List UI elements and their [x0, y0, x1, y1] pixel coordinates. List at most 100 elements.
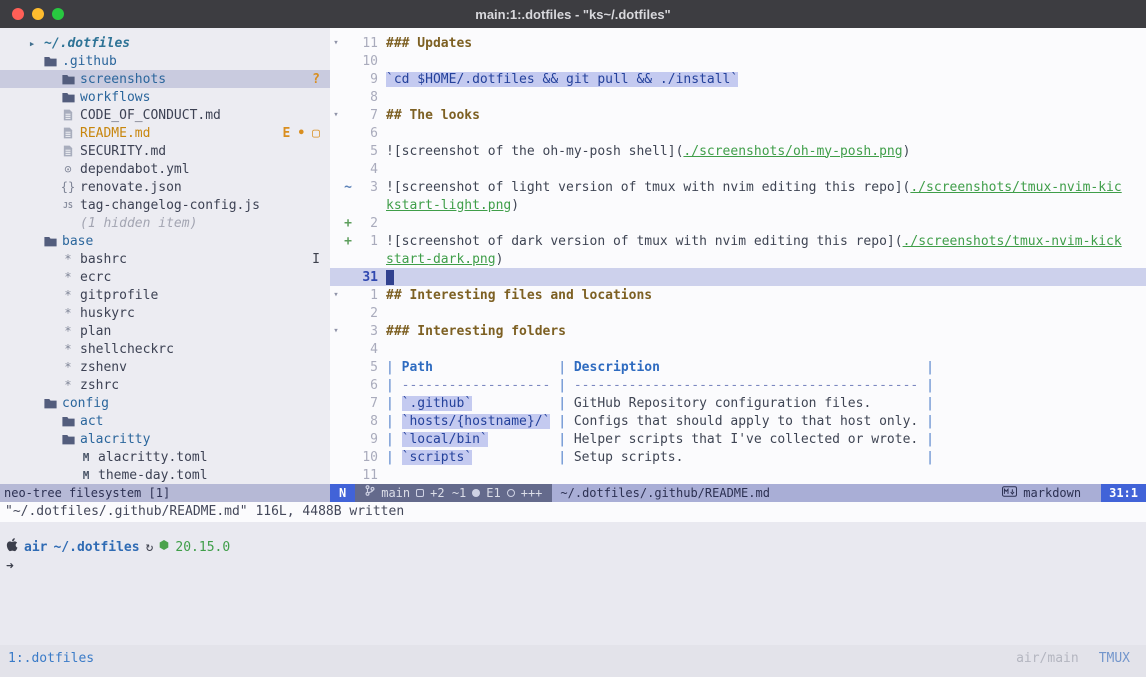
text-segment: |	[558, 450, 574, 465]
neotree-file-tree: ▸~/.dotfiles .githubscreenshots?workflows…	[0, 28, 330, 484]
text-segment: |	[386, 432, 402, 447]
tree-item-zshrc[interactable]: *zshrc	[0, 376, 330, 394]
diagnostics-icon	[472, 489, 480, 497]
tree-item-config[interactable]: config	[0, 394, 330, 412]
tree-item-label: .github	[62, 54, 117, 69]
editor-line[interactable]: 10| `scripts` | Setup scripts. |	[330, 448, 1146, 466]
editor-line[interactable]: 9`cd $HOME/.dotfiles && git pull && ./in…	[330, 70, 1146, 88]
editor-line[interactable]: ▾11### Updates	[330, 34, 1146, 52]
editor-line[interactable]: 10	[330, 52, 1146, 70]
editor-line[interactable]: 8| `hosts/{hostname}/` | Configs that sh…	[330, 412, 1146, 430]
nvim-main-area: ▸~/.dotfiles .githubscreenshots?workflows…	[0, 28, 1146, 484]
prompt-input-line[interactable]: ➜	[6, 559, 1146, 577]
editor-line[interactable]: 5| Path | Description |	[330, 358, 1146, 376]
tree-item-base[interactable]: base	[0, 232, 330, 250]
line-number: 4	[354, 162, 378, 177]
tree-item-renovate-json[interactable]: {}renovate.json	[0, 178, 330, 196]
tree-item-plan[interactable]: *plan	[0, 322, 330, 340]
shell-file-icon: *	[60, 306, 76, 320]
tree-item-readme-md[interactable]: README.mdE•▢	[0, 124, 330, 142]
editor-line[interactable]: ▾1## Interesting files and locations	[330, 286, 1146, 304]
line-number: 3	[354, 324, 378, 339]
editor-line[interactable]: ▾3### Interesting folders	[330, 322, 1146, 340]
tree-item-github[interactable]: .github	[0, 52, 330, 70]
editor-line[interactable]: +2	[330, 214, 1146, 232]
tree-item-label: base	[62, 234, 93, 249]
tree-item-workflows[interactable]: workflows	[0, 88, 330, 106]
text-segment: |	[926, 414, 934, 429]
tree-item-code-of-conduct-md[interactable]: CODE_OF_CONDUCT.md	[0, 106, 330, 124]
tree-item-1-hidden-item[interactable]: (1 hidden item)	[0, 214, 330, 232]
editor-line[interactable]: 2	[330, 304, 1146, 322]
line-number: 4	[354, 342, 378, 357]
shell-pane[interactable]: air ~/.dotfiles ↻ 20.15.0 ➜	[0, 522, 1146, 645]
editor-line[interactable]: kstart-light.png)	[330, 196, 1146, 214]
line-number: 6	[354, 378, 378, 393]
editor-line[interactable]: 9| `local/bin` | Helper scripts that I'v…	[330, 430, 1146, 448]
text-segment: |	[926, 432, 934, 447]
line-text: ![screenshot of light version of tmux wi…	[386, 180, 1146, 195]
zoom-window-button[interactable]	[52, 8, 64, 20]
tmux-session-name: air/main	[1016, 651, 1079, 666]
buffer-changes-icon	[416, 489, 424, 497]
text-segment: |	[386, 414, 402, 429]
editor-line[interactable]: ~3![screenshot of light version of tmux …	[330, 178, 1146, 196]
line-text: ![screenshot of the oh-my-posh shell](./…	[386, 144, 1146, 159]
text-segment: ![screenshot of the oh-my-posh shell](	[386, 144, 683, 159]
tree-item-alacritty-toml[interactable]: Malacritty.toml	[0, 448, 330, 466]
shell-prompt: air ~/.dotfiles ↻ 20.15.0	[6, 538, 1146, 556]
tree-item-act[interactable]: act	[0, 412, 330, 430]
hunks-icon	[507, 489, 515, 497]
fold-marker: ▾	[330, 110, 342, 120]
minimize-window-button[interactable]	[32, 8, 44, 20]
tree-item-theme-day-toml[interactable]: Mtheme-day.toml	[0, 466, 330, 484]
editor-line[interactable]: 7| `.github` | GitHub Repository configu…	[330, 394, 1146, 412]
git-branch-icon	[365, 484, 375, 502]
tree-item-security-md[interactable]: SECURITY.md	[0, 142, 330, 160]
tmux-window-tab[interactable]: 1:.dotfiles	[8, 651, 94, 666]
editor-line[interactable]: 11	[330, 466, 1146, 484]
text-segment: )	[496, 252, 504, 267]
line-number: 9	[354, 432, 378, 447]
tree-item-ecrc[interactable]: *ecrc	[0, 268, 330, 286]
tree-item-huskyrc[interactable]: *huskyrc	[0, 304, 330, 322]
editor-line[interactable]: 6| ------------------- | ---------------…	[330, 376, 1146, 394]
node-version: 20.15.0	[175, 540, 230, 555]
tree-item-tag-changelog-config-js[interactable]: JStag-changelog-config.js	[0, 196, 330, 214]
text-segment: ./screenshots/tmux-nvim-kic	[910, 180, 1121, 195]
tree-item-label: shellcheckrc	[80, 342, 174, 357]
editor-line[interactable]: +1![screenshot of dark version of tmux w…	[330, 232, 1146, 250]
text-segment: `cd $HOME/.dotfiles && git pull && ./ins…	[386, 72, 738, 87]
editor-line[interactable]: 31	[330, 268, 1146, 286]
tree-item-zshenv[interactable]: *zshenv	[0, 358, 330, 376]
status-badge: ?	[312, 72, 320, 87]
text-segment: |	[558, 378, 574, 393]
tree-item-dependabot-yml[interactable]: ⊙dependabot.yml	[0, 160, 330, 178]
tree-item-screenshots[interactable]: screenshots?	[0, 70, 330, 88]
editor-line[interactable]: start-dark.png)	[330, 250, 1146, 268]
tree-item-label: ecrc	[80, 270, 111, 285]
text-segment	[488, 432, 558, 447]
line-text: `cd $HOME/.dotfiles && git pull && ./ins…	[386, 72, 1146, 87]
editor-line[interactable]: 6	[330, 124, 1146, 142]
tree-item-shellcheckrc[interactable]: *shellcheckrc	[0, 340, 330, 358]
close-window-button[interactable]	[12, 8, 24, 20]
terminal-window: main:1:.dotfiles - "ks~/.dotfiles" ▸~/.d…	[0, 0, 1146, 677]
tree-item-dotfiles[interactable]: ▸~/.dotfiles	[0, 34, 330, 52]
text-segment: `local/bin`	[402, 432, 488, 447]
editor-line[interactable]: 4	[330, 340, 1146, 358]
fold-marker: ▾	[330, 326, 342, 336]
tree-item-bashrc[interactable]: *bashrcI	[0, 250, 330, 268]
tree-item-gitprofile[interactable]: *gitprofile	[0, 286, 330, 304]
text-segment: ./screenshots/tmux-nvim-kick	[903, 234, 1122, 249]
tree-item-alacritty[interactable]: alacritty	[0, 430, 330, 448]
editor-line[interactable]: 5![screenshot of the oh-my-posh shell](.…	[330, 142, 1146, 160]
text-segment: `hosts/{hostname}/`	[402, 414, 551, 429]
line-text: | `hosts/{hostname}/` | Configs that sho…	[386, 414, 1146, 429]
editor-line[interactable]: 8	[330, 88, 1146, 106]
editor-line[interactable]: 4	[330, 160, 1146, 178]
editor-buffer: ▾11### Updates109`cd $HOME/.dotfiles && …	[330, 28, 1146, 484]
editor-line[interactable]: ▾7## The looks	[330, 106, 1146, 124]
statusline-path-segment: ~/.dotfiles/.github/README.md markdown	[552, 484, 1101, 502]
sync-icon: ↻	[146, 540, 154, 555]
